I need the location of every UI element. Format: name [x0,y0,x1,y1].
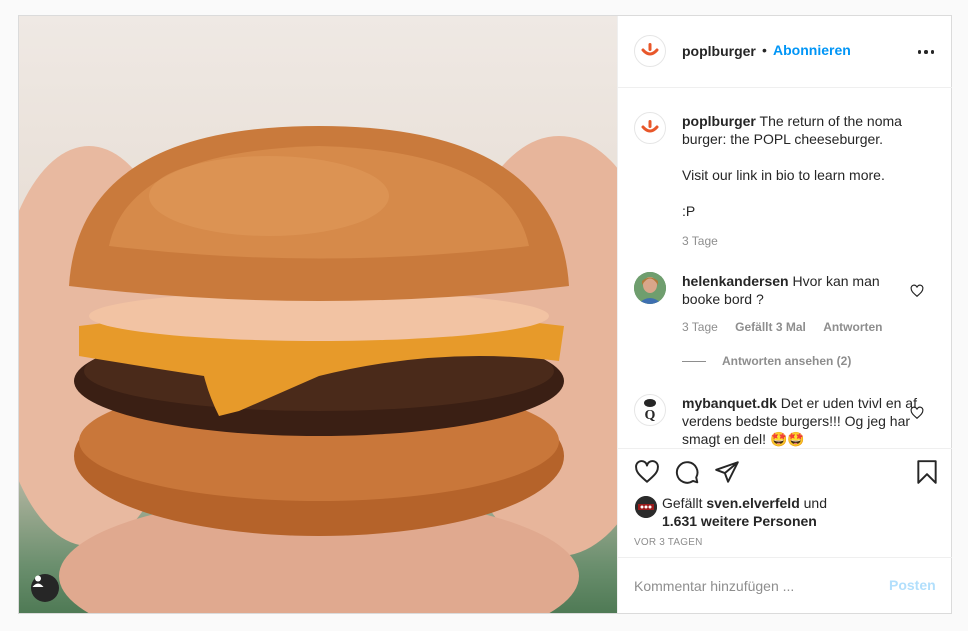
heart-icon[interactable] [634,459,660,485]
post-photo[interactable] [19,16,617,613]
liker-username[interactable]: sven.elverfeld [706,495,799,511]
mybanquet-avatar[interactable]: Q [634,394,666,426]
caption-username[interactable]: poplburger [682,113,756,129]
popl-logo-icon [641,43,659,56]
caption-time: 3 Tage [682,234,718,248]
post-header: poplburger • Abonnieren [618,16,952,88]
post-card: poplburger • Abonnieren poplburger The r… [18,15,952,614]
popl-logo-icon [641,120,659,133]
header-username[interactable]: poplburger [682,43,756,59]
post-actions: Gefällt sven.elverfeld und 1.631 weitere… [618,448,952,557]
share-icon[interactable] [714,459,740,485]
likes-others[interactable]: 1.631 weitere Personen [662,513,817,529]
comment-username[interactable]: helenkandersen [682,273,789,289]
follow-button[interactable]: Abonnieren [773,42,851,58]
reply-button[interactable]: Antworten [823,320,882,334]
comment-meta: 3 Tage Gefällt 3 Mal Antworten [682,320,897,334]
helenkandersen-avatar[interactable] [634,272,666,304]
likes-summary: Gefällt sven.elverfeld und 1.631 weitere… [662,495,827,529]
comment-like-heart-icon[interactable] [910,406,924,420]
caption-text: poplburger The return of the noma burger… [682,112,917,220]
burger-illustration [19,126,617,613]
post-timestamp[interactable]: VOR 3 TAGEN [634,537,703,548]
comment-input[interactable] [634,576,874,596]
comment-icon[interactable] [674,459,700,485]
header-separator: • [762,42,767,58]
post-button[interactable]: Posten [889,577,936,593]
replies-divider [682,361,706,363]
caption-avatar[interactable] [634,112,666,144]
comment-like-heart-icon[interactable] [910,284,924,298]
comment-username[interactable]: mybanquet.dk [682,395,777,411]
user-tag-icon[interactable] [31,574,59,602]
comment-text: mybanquet.dk Det er uden tvivl en af ver… [682,394,917,448]
comment-time[interactable]: 3 Tage [682,320,718,334]
comments-list[interactable]: poplburger The return of the noma burger… [618,88,952,448]
bookmark-icon[interactable] [914,459,940,485]
post-details-panel: poplburger • Abonnieren poplburger The r… [617,16,952,613]
more-icon[interactable] [916,42,936,62]
view-replies-button[interactable]: Antworten ansehen (2) [682,354,851,368]
add-comment-bar: Posten [618,557,952,614]
comment-likes[interactable]: Gefällt 3 Mal [735,320,806,334]
caption-line2: Visit our link in bio to learn more. [682,167,885,183]
liker-avatar[interactable] [635,496,657,518]
caption-line3: :P [682,203,696,219]
poplburger-avatar[interactable] [634,35,666,67]
comment-text: helenkandersen Hvor kan man booke bord ? [682,272,917,308]
svg-text:Q: Q [645,408,656,423]
